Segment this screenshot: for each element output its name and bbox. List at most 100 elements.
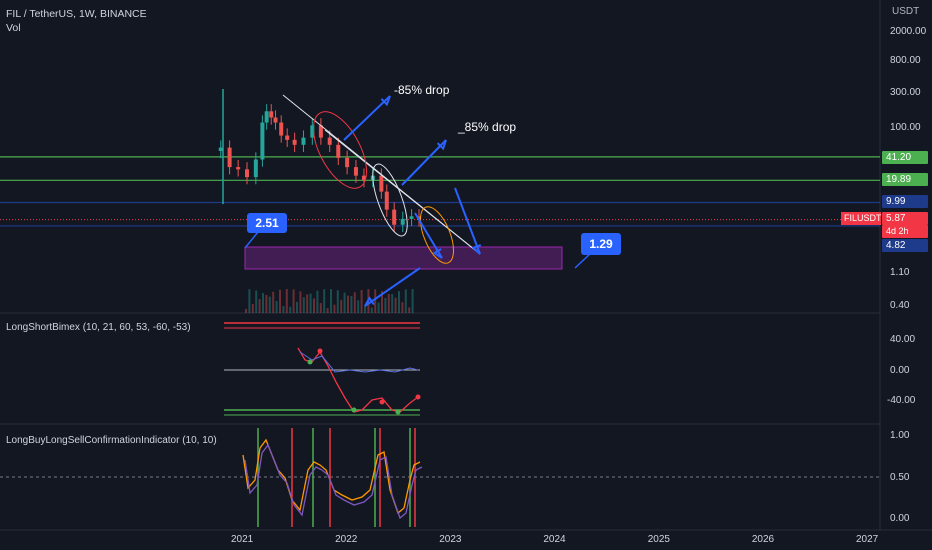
- volume-bar: [279, 289, 281, 313]
- volume-bar: [285, 289, 288, 313]
- target-zone-box: [244, 246, 563, 270]
- ind1-signal-dot: [351, 407, 357, 413]
- volume-bar: [282, 306, 285, 313]
- volume-bar: [306, 294, 309, 313]
- currency-label: USDT: [892, 6, 920, 17]
- indicator-title-1[interactable]: LongShortBimex (10, 21, 60, 53, -60, -53…: [6, 322, 191, 333]
- ind1-signal-dot: [379, 399, 385, 405]
- volume-bar: [347, 295, 349, 313]
- callout-left-pointer: [244, 231, 259, 249]
- candle-body: [353, 167, 358, 176]
- candle-body: [409, 216, 414, 219]
- ind1-tick-mid: 0.00: [890, 365, 910, 376]
- volume-bar: [353, 292, 356, 313]
- symbol-price-tag: FILUSDT: [841, 212, 882, 225]
- volume-bar: [292, 289, 295, 313]
- price-tick-label: 800.00: [890, 55, 921, 67]
- drop-annotation-2[interactable]: _85% drop: [458, 120, 516, 134]
- symbol-title[interactable]: FIL / TetherUS, 1W, BINANCE: [6, 8, 147, 20]
- volume-bar: [357, 300, 360, 313]
- ind1-signal-dot: [395, 409, 401, 415]
- volume-bar: [408, 307, 411, 313]
- candle-body: [236, 167, 241, 170]
- ind1-signal-dot: [415, 394, 421, 400]
- volume-bar: [299, 291, 302, 313]
- current-price-tag: 5.87: [882, 212, 928, 225]
- time-tick-label: 2024: [543, 534, 566, 545]
- candle-body: [345, 157, 350, 168]
- volume-bar: [275, 301, 278, 313]
- volume-bar: [401, 302, 404, 313]
- volume-bar: [251, 303, 254, 313]
- price-tick-label: 2000.00: [890, 26, 927, 37]
- volume-bar: [350, 296, 353, 313]
- volume-label: Vol: [6, 22, 21, 34]
- price-tick-label: 100.00: [890, 122, 921, 134]
- volume-bar: [248, 289, 251, 313]
- volume-bar: [343, 292, 346, 313]
- ind1-tick-top: 40.00: [890, 334, 916, 345]
- candle-body: [253, 159, 258, 178]
- volume-bar: [316, 290, 319, 313]
- time-tick-label: 2027: [856, 534, 879, 545]
- indicator-title-2[interactable]: LongBuyLongSellConfirmationIndicator (10…: [6, 435, 217, 446]
- volume-bar: [384, 297, 387, 313]
- volume-bar: [411, 289, 414, 313]
- volume-bar: [398, 291, 400, 313]
- callout-right[interactable]: 1.29: [581, 233, 621, 255]
- volume-bar: [262, 293, 264, 313]
- candle-body: [327, 137, 332, 145]
- volume-bar: [370, 307, 373, 313]
- level-tag-41: 41.20: [882, 151, 928, 164]
- drop-annotation-1[interactable]: -85% drop: [394, 83, 449, 97]
- volume-bar: [265, 295, 268, 313]
- volume-bar: [340, 299, 343, 313]
- candle-body: [269, 111, 274, 118]
- countdown-tag: 4d 2h: [882, 225, 928, 238]
- ind1-tick-bottom: -40.00: [887, 395, 916, 406]
- volume-bar: [326, 308, 329, 313]
- volume-bar: [336, 290, 339, 313]
- volume-bar: [245, 309, 247, 313]
- volume-bar: [330, 289, 332, 313]
- price-tick-label: 0.40: [890, 300, 910, 311]
- ind1-signal-dot: [307, 359, 313, 365]
- time-tick-label: 2022: [335, 534, 358, 545]
- level-tag-4: 4.82: [882, 239, 928, 252]
- volume-bar: [289, 306, 292, 313]
- volume-bar: [360, 290, 363, 313]
- candle-body: [227, 147, 232, 168]
- price-tick-label: 1.10: [890, 267, 910, 279]
- volume-bar: [258, 299, 261, 313]
- time-tick-label: 2021: [231, 534, 254, 545]
- candle-body: [301, 137, 306, 145]
- volume-bar: [387, 293, 390, 313]
- volume-bar: [404, 289, 407, 313]
- level-tag-19: 19.89: [882, 173, 928, 186]
- volume-bar: [296, 301, 298, 313]
- ind2-tick-top: 1.00: [890, 430, 910, 441]
- candle-body: [400, 218, 405, 225]
- volume-bar: [302, 297, 305, 313]
- volume-bar: [394, 297, 397, 313]
- level-tag-9: 9.99: [882, 195, 928, 208]
- arrow-up-2: [401, 139, 447, 186]
- volume-bar: [309, 293, 312, 313]
- candle-body: [285, 135, 290, 140]
- time-tick-label: 2023: [439, 534, 462, 545]
- callout-left[interactable]: 2.51: [247, 213, 287, 233]
- candle-body: [379, 175, 384, 192]
- candle-body: [384, 191, 389, 210]
- candle-body: [392, 209, 397, 225]
- callout-right-pointer: [574, 253, 591, 269]
- time-tick-label: 2026: [751, 534, 775, 545]
- volume-bar: [323, 289, 326, 313]
- volume-bar: [374, 289, 377, 313]
- candle-body: [292, 139, 297, 145]
- candle-body: [218, 147, 223, 151]
- candle-body: [273, 117, 278, 123]
- highlight-ellipse-2: [372, 163, 408, 237]
- ind2-tick-mid: 0.50: [890, 472, 910, 483]
- candle-body: [336, 144, 341, 158]
- volume-bar: [391, 294, 394, 313]
